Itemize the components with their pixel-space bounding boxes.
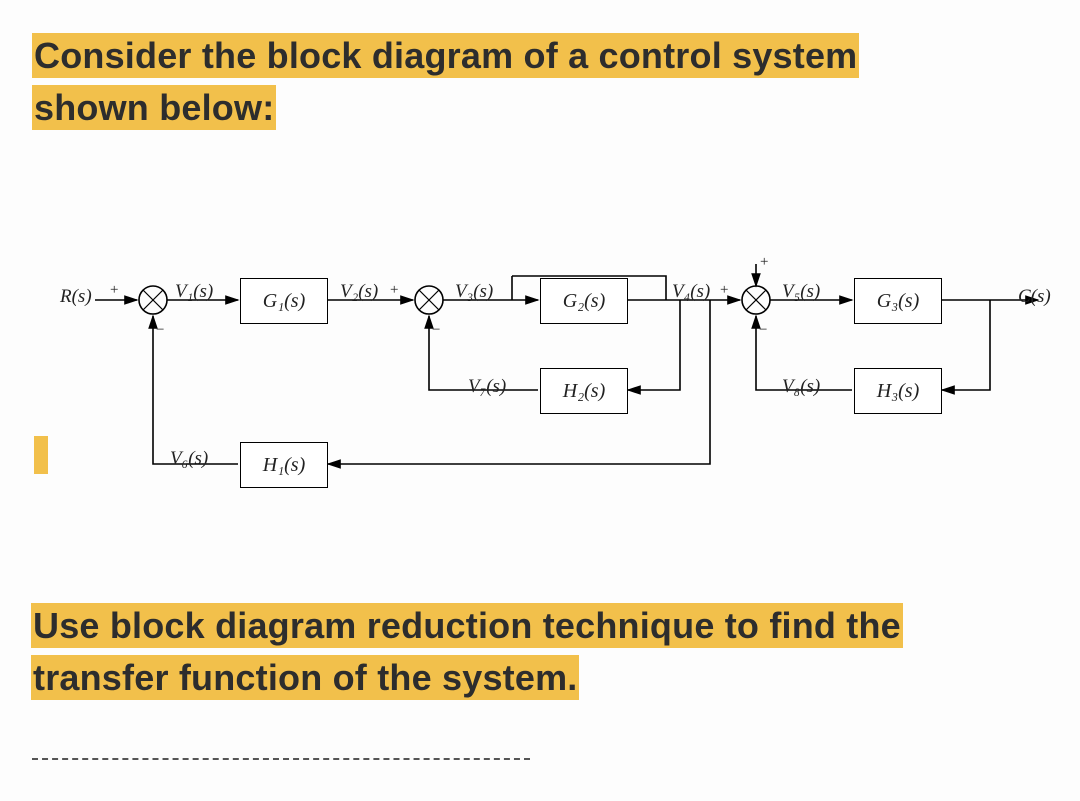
sign-s2-minus: − — [432, 322, 440, 339]
sign-s3-plus-left: + — [720, 282, 728, 299]
sign-s3-plus-top: + — [760, 254, 768, 271]
heading-bot-line1: Use block diagram reduction technique to… — [31, 603, 903, 648]
dashed-rule — [32, 758, 530, 760]
label-v1: V₁(s) — [175, 281, 213, 303]
sign-s3-minus: − — [759, 322, 767, 339]
label-r: R(s) — [60, 286, 92, 308]
block-diagram: G₁(s) G₂(s) G₃(s) H₂(s) H₃(s) H₁(s) R(s)… — [60, 240, 1060, 540]
label-v7: V₇(s) — [468, 376, 506, 398]
heading-bot-line2: transfer function of the system. — [31, 655, 579, 700]
sign-s1-minus: − — [156, 322, 164, 339]
label-v8: V₈(s) — [782, 376, 820, 398]
block-h2: H₂(s) — [540, 368, 628, 414]
label-v2: V₂(s) — [340, 281, 378, 303]
label-v5: V₅(s) — [782, 281, 820, 303]
block-g3: G₃(s) — [854, 278, 942, 324]
block-h1: H₁(s) — [240, 442, 328, 488]
heading-top-line2: shown below: — [32, 85, 276, 130]
label-v3: V₃(s) — [455, 281, 493, 303]
label-v4: V₄(s) — [672, 281, 710, 303]
orange-caret — [34, 436, 48, 474]
label-c: C(s) — [1018, 286, 1051, 308]
label-v6: V₆(s) — [170, 448, 208, 470]
block-g2: G₂(s) — [540, 278, 628, 324]
heading-top-line1: Consider the block diagram of a control … — [32, 33, 859, 78]
sign-r-plus: + — [110, 282, 118, 299]
block-g1: G₁(s) — [240, 278, 328, 324]
sign-s2-plus: + — [390, 282, 398, 299]
heading-bottom: Use block diagram reduction technique to… — [31, 600, 1071, 704]
block-h3: H₃(s) — [854, 368, 942, 414]
heading-top: Consider the block diagram of a control … — [32, 30, 1012, 134]
